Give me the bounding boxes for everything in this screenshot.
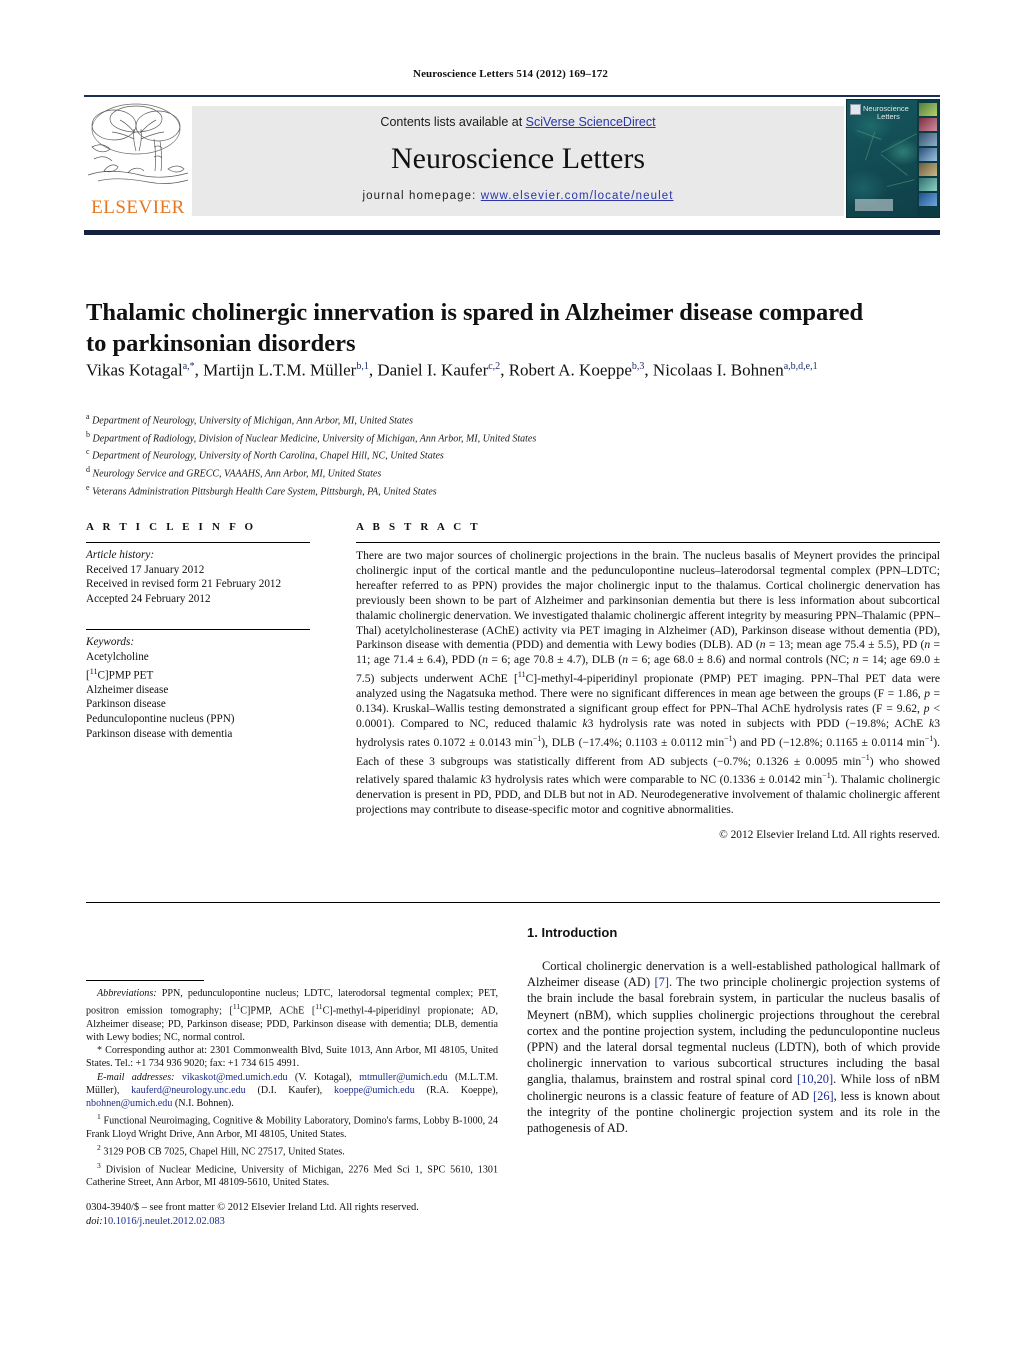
- masthead-bottom-rule: [84, 230, 940, 235]
- keyword-item: Parkinson disease: [86, 698, 166, 711]
- doi-link[interactable]: 10.1016/j.neulet.2012.02.083: [103, 1216, 225, 1227]
- article-history-item: Received in revised form 21 February 201…: [86, 578, 282, 591]
- corresponding-author-note: * Corresponding author at: 2301 Commonwe…: [86, 1045, 498, 1070]
- journal-title: Neuroscience Letters: [390, 142, 646, 175]
- journal-cover-thumbnail: Neuroscience Letters: [846, 99, 940, 218]
- footnote-numbered: 2 3129 POB CB 7025, Chapel Hill, NC 2751…: [97, 1142, 345, 1158]
- affiliation-item: b Department of Radiology, Division of N…: [86, 428, 786, 446]
- affiliation-marker: c: [86, 447, 90, 457]
- journal-homepage-link[interactable]: www.elsevier.com/locate/neulet: [481, 190, 674, 202]
- elsevier-tree-icon: [87, 103, 189, 184]
- affiliation-item: d Neurology Service and GRECC, VAAAHS, A…: [86, 463, 786, 481]
- cover-strip-cell: [919, 163, 937, 176]
- article-history-item: Accepted 24 February 2012: [86, 592, 211, 605]
- cover-publisher-badge: [850, 104, 861, 115]
- affiliation-text: Department of Radiology, Division of Nuc…: [92, 433, 537, 445]
- keywords-block: Keywords: Acetylcholine [11C]PMP PET Alz…: [86, 630, 310, 741]
- introduction-text: Cortical cholinergic denervation is a we…: [527, 959, 940, 1136]
- journal-homepage-line: journal homepage: www.elsevier.com/locat…: [192, 190, 844, 202]
- page-title: Thalamic cholinergic innervation is spar…: [86, 299, 864, 358]
- journal-masthead: ELSEVIER Contents lists available at Sci…: [84, 97, 940, 219]
- article-info-section: A R T I C L E I N F O Article history: R…: [86, 521, 310, 741]
- cover-strip-cell: [919, 148, 937, 161]
- article-history-block: Article history: Received 17 January 201…: [86, 543, 310, 606]
- abbreviations-note: Abbreviations: PPN, pedunculopontine nuc…: [86, 988, 498, 1043]
- doi-line: doi:10.1016/j.neulet.2012.02.083: [86, 1215, 498, 1228]
- abstract-copyright: © 2012 Elsevier Ireland Ltd. All rights …: [719, 828, 940, 841]
- elsevier-wordmark: ELSEVIER: [91, 197, 185, 218]
- contents-prefix: Contents lists available at: [380, 115, 526, 129]
- affiliation-marker: a: [86, 412, 90, 421]
- section-divider: [86, 902, 940, 903]
- keywords-label: Keywords:: [86, 636, 135, 649]
- contents-lists-line: Contents lists available at SciVerse Sci…: [192, 115, 844, 129]
- cover-strip-cell: [919, 118, 937, 131]
- affiliation-text: Veterans Administration Pittsburgh Healt…: [92, 486, 437, 498]
- keyword-item: Alzheimer disease: [86, 683, 169, 696]
- keyword-item: Pedunculopontine nucleus (PPN): [86, 713, 235, 726]
- affiliation-marker: b: [86, 429, 90, 439]
- email-addresses-note: E-mail addresses: vikaskot@med.umich.edu…: [86, 1071, 498, 1109]
- affiliation-text: Neurology Service and GRECC, VAAAHS, Ann…: [92, 468, 382, 480]
- abstract-heading: A B S T R A C T: [356, 521, 481, 533]
- affiliation-text: Department of Neurology, University of N…: [92, 450, 444, 462]
- affiliation-item: c Department of Neurology, University of…: [86, 445, 786, 463]
- doi-label: doi:: [86, 1215, 103, 1227]
- article-history-label: Article history:: [86, 549, 155, 561]
- cover-strip-cell: [919, 193, 937, 206]
- sciencedirect-link[interactable]: SciVerse ScienceDirect: [526, 115, 656, 129]
- issn-text: 0304-3940/$ – see front matter © 2012 El…: [86, 1202, 419, 1214]
- footnote-spacer: [86, 1189, 498, 1201]
- elsevier-logo: ELSEVIER: [84, 99, 192, 219]
- affiliation-item: a Department of Neurology, University of…: [86, 410, 786, 428]
- keyword-item: [11C]PMP PET: [86, 666, 154, 682]
- footnote-numbered: 3 Division of Nuclear Medicine, Universi…: [86, 1160, 498, 1189]
- affiliation-list: a Department of Neurology, University of…: [86, 410, 786, 499]
- homepage-prefix: journal homepage:: [362, 190, 481, 202]
- cover-thumbnail-strip: [917, 100, 939, 217]
- affiliation-marker: e: [86, 482, 90, 492]
- footnote-rule: [86, 980, 204, 981]
- article-info-heading: A R T I C L E I N F O: [86, 521, 257, 533]
- cover-caption-box: [855, 199, 893, 211]
- author-list: Vikas Kotagala,*, Martijn L.T.M. Müllerb…: [86, 360, 818, 380]
- affiliation-item: e Veterans Administration Pittsburgh Hea…: [86, 481, 786, 499]
- cover-strip-cell: [919, 103, 937, 116]
- running-head: Neuroscience Letters 514 (2012) 169–172: [413, 68, 608, 80]
- cover-title-line-2: Letters: [877, 112, 900, 121]
- masthead-center-band: Contents lists available at SciVerse Sci…: [192, 106, 844, 216]
- footnote-numbered: 1 Functional Neuroimaging, Cognitive & M…: [86, 1112, 498, 1140]
- affiliation-marker: d: [86, 465, 90, 475]
- cover-journal-title: Neuroscience Letters: [863, 105, 909, 121]
- article-history-item: Received 17 January 2012: [86, 563, 205, 576]
- abstract-text: There are two major sources of cholinerg…: [356, 549, 941, 816]
- introduction-heading: 1. Introduction: [527, 925, 618, 940]
- affiliation-text: Department of Neurology, University of M…: [92, 415, 413, 427]
- introduction-section: 1. Introduction Cortical cholinergic den…: [527, 925, 940, 1136]
- footnote-section: Abbreviations: PPN, pedunculopontine nuc…: [86, 980, 498, 1228]
- cover-strip-cell: [919, 178, 937, 191]
- keyword-item: Acetylcholine: [86, 650, 149, 663]
- cover-strip-cell: [919, 133, 937, 146]
- keyword-item: Parkinson disease with dementia: [86, 727, 233, 740]
- abstract-section: A B S T R A C T There are two major sour…: [356, 521, 940, 841]
- article-page: Neuroscience Letters 514 (2012) 169–172: [0, 0, 1021, 1351]
- issn-copyright-line: 0304-3940/$ – see front matter © 2012 El…: [86, 1201, 498, 1228]
